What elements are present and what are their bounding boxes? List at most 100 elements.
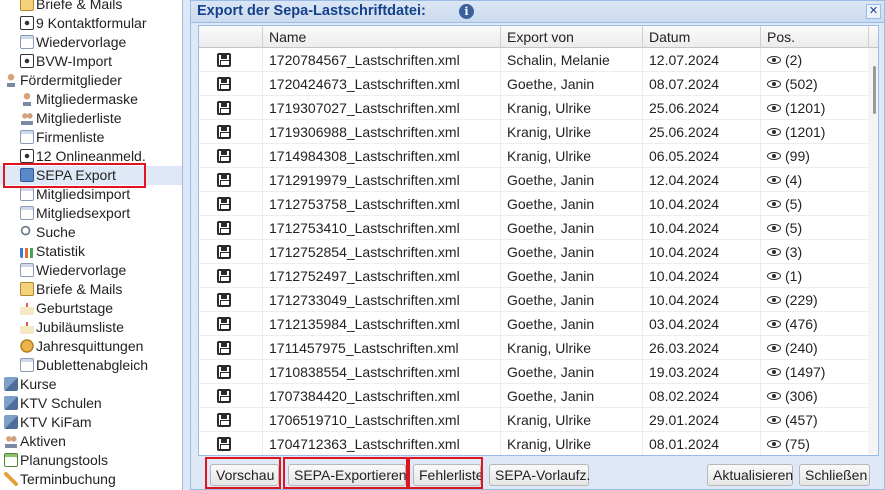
eye-icon[interactable]	[767, 200, 781, 208]
column-header-pos[interactable]: Pos.	[761, 26, 869, 48]
eye-icon[interactable]	[767, 128, 781, 136]
table-row[interactable]: 1712753410_Lastschriften.xml Goethe, Jani…	[199, 216, 869, 240]
eye-icon[interactable]	[767, 392, 781, 400]
pos-cell[interactable]: (1)	[761, 264, 869, 288]
save-icon[interactable]	[217, 413, 231, 427]
pos-cell[interactable]: (4)	[761, 168, 869, 192]
sepa-vorlaufz-button[interactable]: SEPA-Vorlaufz.	[489, 464, 590, 486]
pos-cell[interactable]: (5)	[761, 192, 869, 216]
eye-icon[interactable]	[767, 416, 781, 424]
sidebar-item-mitgliedsexport[interactable]: Mitgliedsexport	[0, 204, 130, 223]
pos-cell[interactable]: (1497)	[761, 360, 869, 384]
save-icon[interactable]	[217, 101, 231, 115]
pos-cell[interactable]: (306)	[761, 384, 869, 408]
pos-cell[interactable]: (2)	[761, 48, 869, 72]
pos-cell[interactable]: (240)	[761, 336, 869, 360]
sidebar-item-briefe-mails[interactable]: Briefe & Mails	[0, 280, 122, 299]
download-cell[interactable]	[199, 168, 263, 192]
pos-cell[interactable]: (457)	[761, 408, 869, 432]
grid-scrollbar[interactable]	[868, 48, 878, 455]
vorschau-button[interactable]: Vorschau	[210, 464, 279, 486]
eye-icon[interactable]	[767, 152, 781, 160]
eye-icon[interactable]	[767, 80, 781, 88]
eye-icon[interactable]	[767, 224, 781, 232]
save-icon[interactable]	[217, 197, 231, 211]
sidebar-item-mitgliedermaske[interactable]: Mitgliedermaske	[0, 90, 138, 109]
sidebar-item-ktv-schulen[interactable]: KTV Schulen	[0, 394, 102, 413]
download-cell[interactable]	[199, 192, 263, 216]
sidebar-item-mitgliederliste[interactable]: Mitgliederliste	[0, 109, 122, 128]
table-row[interactable]: 1720424673_Lastschriften.xml Goethe, Jani…	[199, 72, 869, 96]
save-icon[interactable]	[217, 149, 231, 163]
download-cell[interactable]	[199, 264, 263, 288]
fehlerliste-button[interactable]: Fehlerliste	[413, 464, 484, 486]
pos-cell[interactable]: (476)	[761, 312, 869, 336]
sidebar-item-firmenliste[interactable]: Firmenliste	[0, 128, 104, 147]
download-cell[interactable]	[199, 48, 263, 72]
download-cell[interactable]	[199, 312, 263, 336]
save-icon[interactable]	[217, 245, 231, 259]
save-icon[interactable]	[217, 365, 231, 379]
schliessen-button[interactable]: Schließen	[799, 464, 870, 486]
eye-icon[interactable]	[767, 56, 781, 64]
download-cell[interactable]	[199, 432, 263, 455]
save-icon[interactable]	[217, 293, 231, 307]
table-row[interactable]: 1704712363_Lastschriften.xml Kranig, Ulri…	[199, 432, 869, 455]
table-row[interactable]: 1712919979_Lastschriften.xml Goethe, Jani…	[199, 168, 869, 192]
download-cell[interactable]	[199, 408, 263, 432]
download-cell[interactable]	[199, 240, 263, 264]
sidebar-item-sepa-export[interactable]: SEPA Export	[0, 166, 182, 185]
table-row[interactable]: 1712753758_Lastschriften.xml Goethe, Jani…	[199, 192, 869, 216]
sidebar-item-jahresquittungen[interactable]: Jahresquittungen	[0, 337, 143, 356]
table-row[interactable]: 1720784567_Lastschriften.xml Schalin, Mel…	[199, 48, 869, 72]
eye-icon[interactable]	[767, 272, 781, 280]
save-icon[interactable]	[217, 341, 231, 355]
table-row[interactable]: 1714984308_Lastschriften.xml Kranig, Ulri…	[199, 144, 869, 168]
pos-cell[interactable]: (99)	[761, 144, 869, 168]
sidebar-item-aktiven[interactable]: Aktiven	[0, 432, 66, 451]
eye-icon[interactable]	[767, 320, 781, 328]
sepa-exportieren-button[interactable]: SEPA-Exportieren	[288, 464, 407, 486]
table-row[interactable]: 1712752497_Lastschriften.xml Goethe, Jani…	[199, 264, 869, 288]
pos-cell[interactable]: (75)	[761, 432, 869, 455]
pos-cell[interactable]: (1201)	[761, 96, 869, 120]
table-row[interactable]: 1711457975_Lastschriften.xml Kranig, Ulri…	[199, 336, 869, 360]
column-header-download[interactable]	[199, 26, 263, 48]
save-icon[interactable]	[217, 389, 231, 403]
save-icon[interactable]	[217, 173, 231, 187]
sidebar-item-dublettenabgleich[interactable]: Dublettenabgleich	[0, 356, 148, 375]
sidebar-item-9-kontaktformular[interactable]: 9 Kontaktformular	[0, 14, 147, 33]
sidebar-item-bvw-import[interactable]: BVW-Import	[0, 52, 112, 71]
download-cell[interactable]	[199, 72, 263, 96]
sidebar-item-kurse[interactable]: Kurse	[0, 375, 57, 394]
save-icon[interactable]	[217, 53, 231, 67]
eye-icon[interactable]	[767, 104, 781, 112]
save-icon[interactable]	[217, 125, 231, 139]
pos-cell[interactable]: (1201)	[761, 120, 869, 144]
table-row[interactable]: 1719306988_Lastschriften.xml Kranig, Ulri…	[199, 120, 869, 144]
table-row[interactable]: 1712135984_Lastschriften.xml Goethe, Jani…	[199, 312, 869, 336]
download-cell[interactable]	[199, 336, 263, 360]
scrollbar-thumb[interactable]	[873, 66, 876, 114]
download-cell[interactable]	[199, 96, 263, 120]
sidebar-item-briefe-mails[interactable]: Briefe & Mails	[0, 0, 122, 14]
sidebar-item-statistik[interactable]: Statistik	[0, 242, 85, 261]
close-icon[interactable]: ✕	[866, 4, 881, 19]
download-cell[interactable]	[199, 360, 263, 384]
table-row[interactable]: 1712752854_Lastschriften.xml Goethe, Jani…	[199, 240, 869, 264]
info-icon[interactable]: i	[459, 4, 474, 19]
table-row[interactable]: 1710838554_Lastschriften.xml Goethe, Jani…	[199, 360, 869, 384]
aktualisieren-button[interactable]: Aktualisieren	[707, 464, 793, 486]
table-row[interactable]: 1712733049_Lastschriften.xml Goethe, Jani…	[199, 288, 869, 312]
sidebar-item-terminbuchung[interactable]: Terminbuchung	[0, 470, 116, 489]
eye-icon[interactable]	[767, 368, 781, 376]
sidebar-item-12-onlineanmeld[interactable]: 12 Onlineanmeld.	[0, 147, 146, 166]
column-header-datum[interactable]: Datum	[643, 26, 761, 48]
eye-icon[interactable]	[767, 440, 781, 448]
sidebar-item-wiedervorlage[interactable]: Wiedervorlage	[0, 261, 126, 280]
column-header-name[interactable]: Name	[263, 26, 501, 48]
download-cell[interactable]	[199, 120, 263, 144]
table-row[interactable]: 1706519710_Lastschriften.xml Kranig, Ulri…	[199, 408, 869, 432]
sidebar-item-suche[interactable]: Suche	[0, 223, 76, 242]
download-cell[interactable]	[199, 216, 263, 240]
